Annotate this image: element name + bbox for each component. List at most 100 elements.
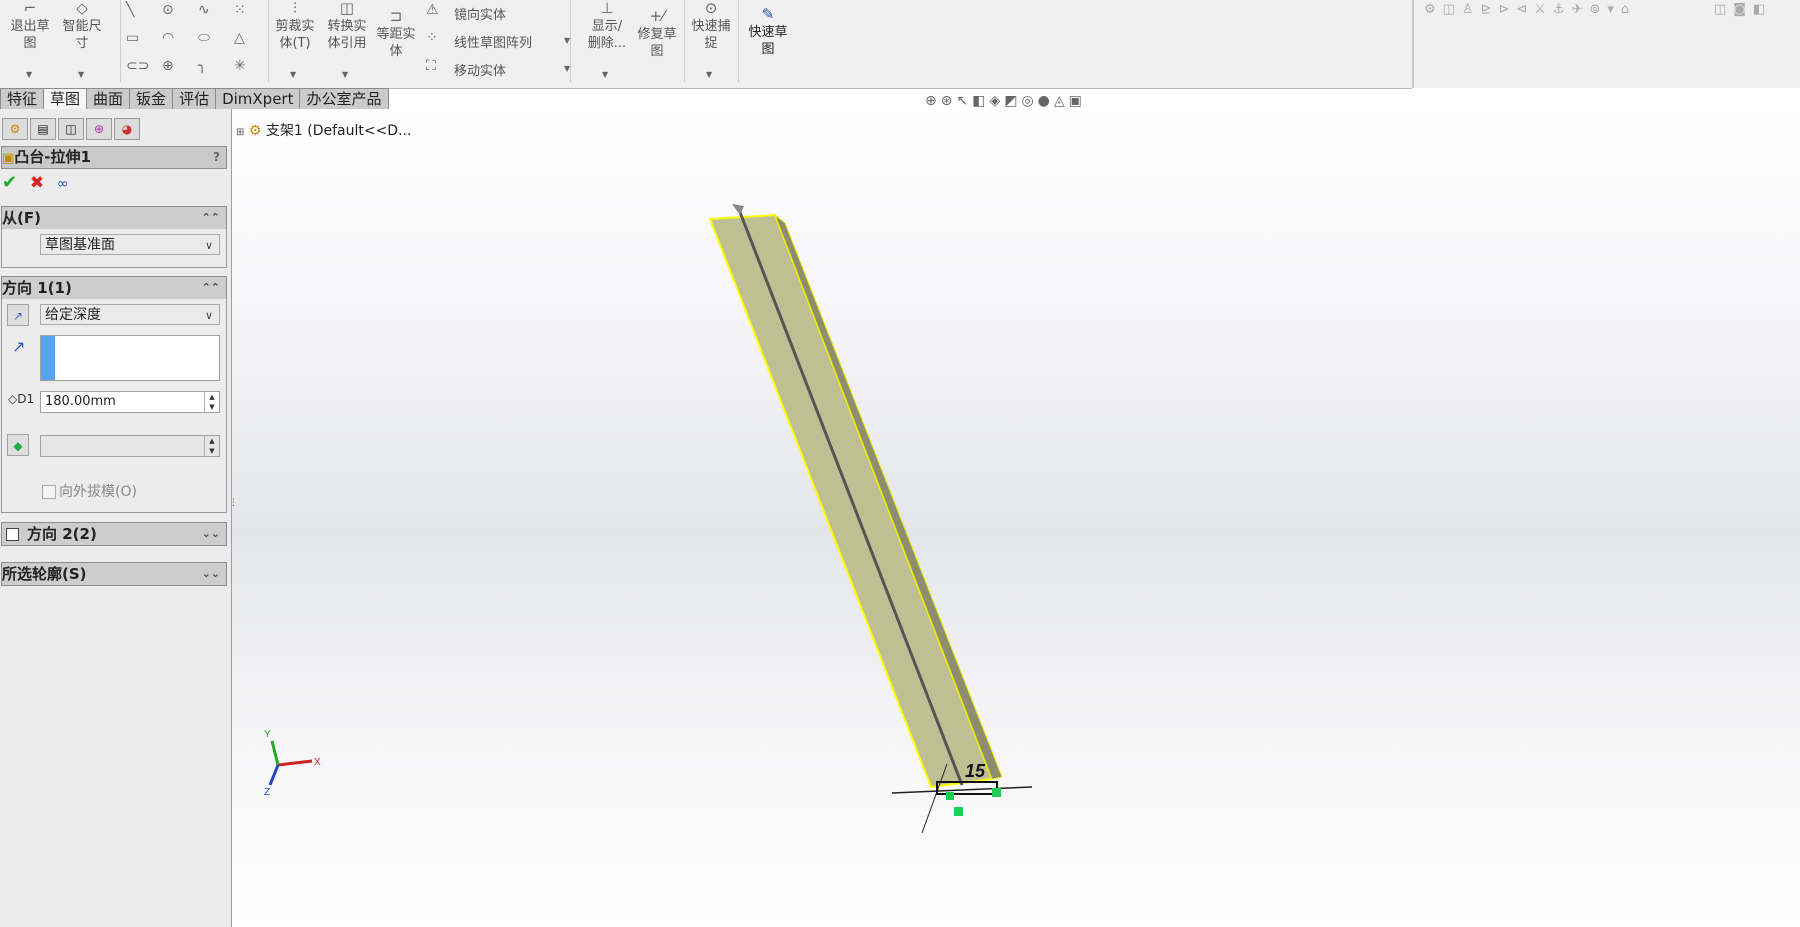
relation-icon[interactable] — [992, 788, 1001, 797]
draft-outward-checkbox[interactable]: 向外拔模(O) — [42, 481, 137, 501]
arrow-head-icon[interactable] — [732, 204, 744, 215]
from-section-header[interactable]: 从(F) ⌃⌃ — [1, 206, 227, 230]
relation-icon[interactable] — [954, 807, 963, 816]
start-condition-select[interactable]: 草图基准面 ∨ — [40, 234, 220, 255]
view-settings-icon[interactable]: ▣ — [1069, 93, 1086, 109]
draft-angle-input[interactable]: ▲ ▼ — [40, 435, 220, 457]
tree-root-name[interactable]: 支架1 — [266, 123, 303, 139]
draft-toggle-icon[interactable]: ◆ — [7, 434, 29, 456]
spin-arrows-icon[interactable]: ▲ ▼ — [204, 392, 219, 412]
from-section-body: 草图基准面 ∨ — [1, 229, 227, 268]
relations-icon: ⊥ — [600, 0, 614, 17]
point-grid-icon[interactable]: ⁙ — [234, 2, 246, 18]
convert-entities-button[interactable]: ◫ 转换实 体引用 — [322, 0, 372, 52]
rapid-sketch-button[interactable]: ✎ 快速草 图 — [742, 6, 794, 58]
ribbon-toolbar: ⌐ 退出草 图 ◇ 智能尺 寸 ▼ ▼ ╲ ⊙ ∿ ⁙ ▭ ◠ ⬭ △ ⊂⊃ ⊕… — [0, 0, 1412, 89]
view-tools-icon[interactable]: ◫◙◧ — [1714, 2, 1772, 17]
direction2-checkbox[interactable] — [6, 528, 19, 541]
end-condition-select[interactable]: 给定深度 ∨ — [40, 304, 220, 325]
detailed-preview-icon[interactable]: ∞ — [57, 176, 69, 192]
depth-input[interactable]: 180.00mm ▲ ▼ — [40, 391, 220, 413]
graphics-area[interactable]: 15 X Y Z — [232, 109, 1800, 927]
display-style-icon[interactable]: ◩ — [1004, 93, 1021, 109]
trim-entities-button[interactable]: ⫶ 剪裁实 体(T) — [270, 0, 320, 52]
ellipse-icon[interactable]: ⬭ — [198, 30, 210, 46]
arc-icon[interactable]: ◠ — [162, 30, 174, 46]
spline-icon[interactable]: ∿ — [198, 2, 210, 18]
chevron-down-icon[interactable]: ▼ — [26, 70, 32, 79]
depth-icon: ◇D1 — [8, 392, 35, 406]
chevron-down-icon[interactable]: ▼ — [78, 70, 84, 79]
offset-entities-button[interactable]: ⊐ 等距实 体 — [374, 8, 418, 60]
help-icon[interactable]: ? — [213, 147, 220, 168]
collapse-icon[interactable]: ⌃⌃ — [202, 277, 220, 299]
chevron-down-icon[interactable]: ▼ — [290, 70, 296, 79]
exit-sketch-icon: ⌐ — [23, 0, 37, 17]
display-manager-tab-icon[interactable]: ◕ — [114, 118, 140, 140]
chevron-down-icon[interactable]: ▼ — [342, 70, 348, 79]
section-view-icon[interactable]: ◧ — [972, 93, 989, 109]
ribbon-toolbar-right: ⚙◫♙⊵⊳⊲⚔⚓✈⊚▾⌂ ◫◙◧ — [1412, 0, 1800, 88]
fillet-icon[interactable]: ╮ — [198, 58, 206, 74]
ok-checkmark-icon[interactable]: ✔ — [2, 172, 17, 193]
tab-surfaces[interactable]: 曲面 — [86, 88, 131, 109]
chevron-down-icon[interactable]: ▼ — [602, 70, 608, 79]
hide-show-items-icon[interactable]: ◎ — [1021, 93, 1037, 109]
feature-manager-tab-icon[interactable]: ⚙ — [2, 118, 28, 140]
property-manager-title: ▣凸台-拉伸1 ? — [1, 146, 227, 169]
linear-pattern-button[interactable]: 线性草图阵列 — [454, 32, 532, 51]
cancel-x-icon[interactable]: ✖ — [30, 173, 44, 193]
view-orientation-icon[interactable]: ◈ — [989, 93, 1004, 109]
mirror-entities-button[interactable]: 镜向实体 — [454, 4, 506, 23]
tab-office-products[interactable]: 办公室产品 — [299, 88, 389, 109]
move-entities-button[interactable]: 移动实体 — [454, 60, 506, 79]
tab-sketch[interactable]: 草图 — [43, 88, 88, 109]
tab-features[interactable]: 特征 — [0, 88, 45, 109]
assembly-tools-icon[interactable]: ⚙◫♙⊵⊳⊲⚔⚓✈⊚▾⌂ — [1424, 2, 1636, 17]
display-delete-relations-button[interactable]: ⊥ 显示/ 删除... — [582, 0, 632, 52]
ribbon-group-display: ⊥ 显示/ 删除... +⁄ 修复草 图 ▼ — [570, 0, 685, 82]
rapid-sketch-icon: ✎ — [761, 5, 775, 23]
circle-icon[interactable]: ⊙ — [162, 2, 174, 18]
direction1-section-header[interactable]: 方向 1(1) ⌃⌃ — [1, 276, 227, 300]
expand-icon[interactable]: ⊞ — [236, 127, 244, 138]
line-icon[interactable]: ╲ — [126, 2, 134, 18]
spin-arrows-icon[interactable]: ▲ ▼ — [204, 436, 219, 456]
polygon-icon[interactable]: △ — [234, 30, 245, 46]
chevron-down-icon: ∨ — [204, 309, 213, 322]
property-manager-tab-icon[interactable]: ▤ — [30, 118, 56, 140]
tab-sheet-metal[interactable]: 钣金 — [129, 88, 174, 109]
dimxpert-manager-tab-icon[interactable]: ⊕ — [86, 118, 112, 140]
rectangle-icon[interactable]: ▭ — [126, 30, 139, 46]
direction-of-extrusion-field[interactable] — [40, 335, 220, 381]
exit-sketch-button[interactable]: ⌐ 退出草 图 — [6, 0, 54, 52]
smart-dimension-button[interactable]: ◇ 智能尺 寸 — [58, 0, 106, 52]
slot-icon[interactable]: ⊂⊃ — [126, 58, 149, 74]
point-icon[interactable]: ✳ — [234, 58, 246, 74]
chevron-down-icon[interactable]: ▼ — [706, 70, 712, 79]
ribbon-group-edit: ⫶ 剪裁实 体(T) ◫ 转换实 体引用 ⊐ 等距实 体 ▼ ▼ ⚠ 镜向实体 … — [268, 0, 571, 82]
configuration-manager-tab-icon[interactable]: ◫ — [58, 118, 84, 140]
expand-icon[interactable]: ⌄⌄ — [202, 563, 220, 585]
relation-icon[interactable] — [946, 792, 954, 800]
tab-evaluate[interactable]: 评估 — [172, 88, 217, 109]
smart-dimension-icon: ◇ — [76, 0, 88, 17]
expand-icon[interactable]: ⌄⌄ — [202, 523, 220, 545]
repair-sketch-button[interactable]: +⁄ 修复草 图 — [632, 8, 682, 60]
edit-appearance-icon[interactable]: ● — [1038, 93, 1054, 109]
tab-dimxpert[interactable]: DimXpert — [215, 88, 301, 109]
zoom-to-fit-icon[interactable]: ⊕ — [925, 93, 941, 109]
sketch-dimension-label[interactable]: 15 — [965, 761, 986, 781]
previous-view-icon[interactable]: ↖ — [956, 93, 972, 109]
action-buttons: ✔ ✖ ∞ — [2, 172, 69, 193]
reference-triad: X Y Z — [264, 729, 321, 798]
apply-scene-icon[interactable]: ◬ — [1054, 93, 1069, 109]
panel-splitter-handle[interactable]: ⋮ — [229, 498, 238, 532]
zoom-to-area-icon[interactable]: ⊛ — [941, 93, 957, 109]
collapse-icon[interactable]: ⌃⌃ — [202, 207, 220, 229]
centerpoint-icon[interactable]: ⊕ — [162, 58, 174, 74]
selected-contours-section-header[interactable]: 所选轮廓(S) ⌄⌄ — [1, 562, 227, 586]
reverse-direction-icon[interactable]: ↗ — [7, 304, 29, 326]
direction2-section-header[interactable]: 方向 2(2) ⌄⌄ — [1, 522, 227, 546]
quick-snaps-button[interactable]: ⊙ 快速捕 捉 — [686, 0, 736, 52]
